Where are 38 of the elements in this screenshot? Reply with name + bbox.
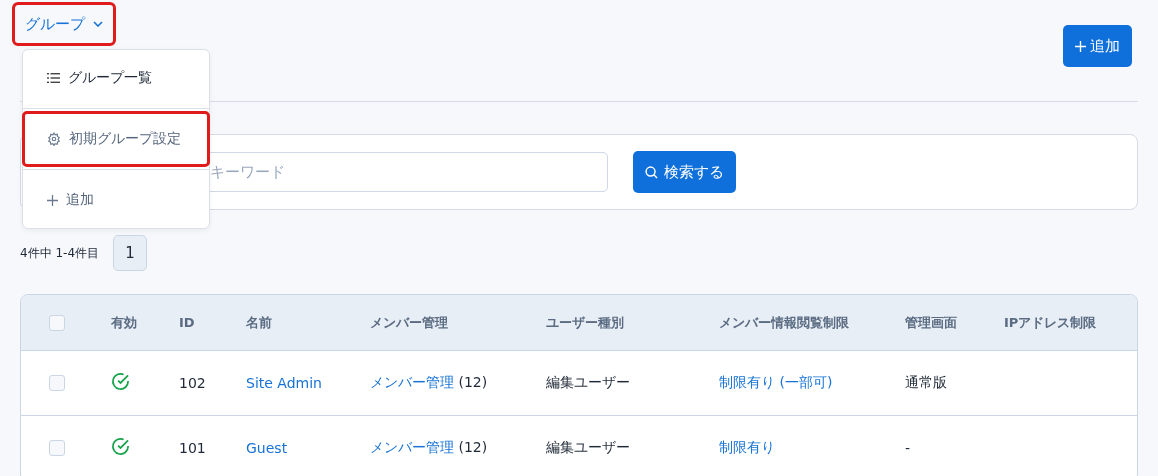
add-button[interactable]: 追加 [1063,25,1132,67]
menu-item[interactable]: グループ一覧 [22,50,210,106]
column-header: 有効 [111,313,138,332]
name-link[interactable]: Site Admin [246,375,370,391]
column-header: IPアドレス制限 [1004,313,1098,332]
group-dropdown[interactable]: グループ [12,2,116,46]
column-header: ID [179,315,196,330]
member-count: (12) [458,439,488,455]
row-checkbox[interactable] [49,375,65,391]
member-count: (12) [458,374,488,390]
plus-icon [1075,40,1086,52]
column-header: 名前 [246,313,273,332]
settings-icon [47,132,61,146]
chevron-icon [93,21,103,27]
admin-screen-cell-text: 通常版 [905,374,948,392]
id-cell-text: 102 [179,375,207,391]
member-link[interactable]: メンバー管理 [370,439,454,455]
menu-item[interactable]: 初期グループ設定 [22,111,210,167]
name-link[interactable]: Guest [246,440,370,456]
admin-screen-cell-text: - [905,440,912,456]
restriction-link[interactable]: 制限有り [719,439,905,457]
column-header: ユーザー種別 [546,313,625,332]
column-header: 管理画面 [905,313,958,332]
row-checkbox[interactable] [49,440,65,456]
list-icon [47,73,60,83]
user-type-cell-text: 編集ユーザー [546,374,631,392]
search-button[interactable]: 検索する [633,151,736,193]
page-button[interactable]: 1 [113,235,148,271]
search-icon [645,165,658,179]
member-link[interactable]: メンバー管理 [370,374,454,390]
column-header: メンバー管理 [370,313,449,332]
plus-icon [47,194,58,206]
user-type-cell-text: 編集ユーザー [546,439,631,457]
restriction-link[interactable]: 制限有り (一部可) [719,374,905,392]
select-all-checkbox[interactable] [49,314,65,331]
result-count: 4件中 1-4件目 [20,244,100,262]
id-cell-text: 101 [179,440,207,456]
column-header: メンバー情報閲覧制限 [719,313,850,332]
